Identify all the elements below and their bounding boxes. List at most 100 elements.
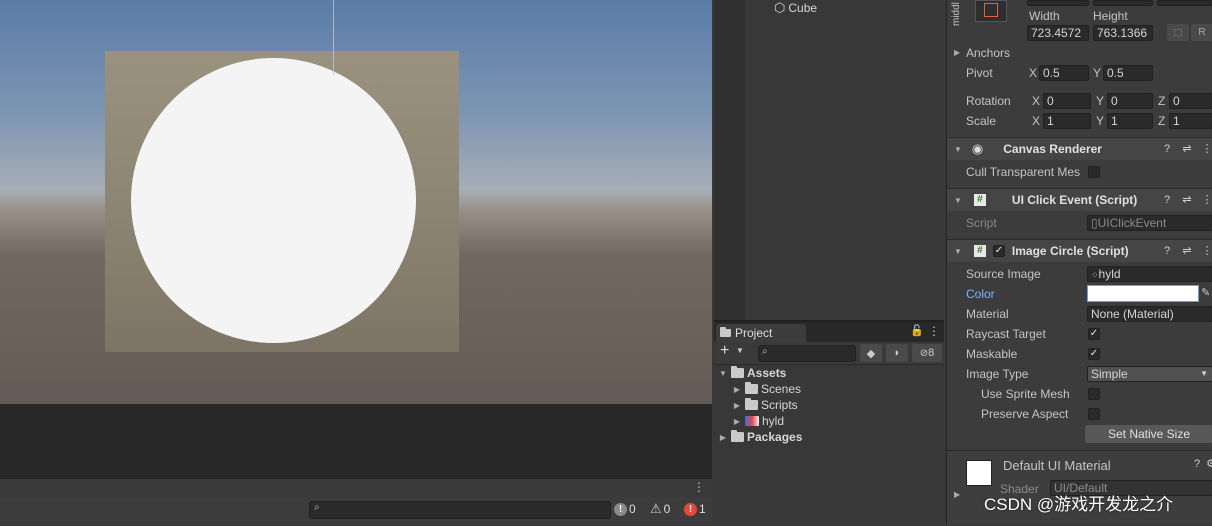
help-icon[interactable]: ?: [1161, 245, 1173, 257]
use-sprite-mesh-checkbox[interactable]: [1088, 388, 1100, 400]
settings-icon[interactable]: ⚙: [1205, 458, 1212, 470]
maskable-checkbox[interactable]: ✓: [1088, 348, 1100, 360]
rotation-x-field[interactable]: 0: [1043, 93, 1091, 109]
blueprint-mode-button[interactable]: ⬚: [1167, 24, 1189, 41]
filter-by-label-button[interactable]: ◗: [886, 344, 908, 362]
anchors-foldout-icon[interactable]: ▶: [954, 48, 960, 57]
collapse-arrow-icon[interactable]: ▶: [732, 401, 742, 410]
rotation-y-field[interactable]: 0: [1107, 93, 1153, 109]
tree-item-scenes[interactable]: ▶ Scenes: [732, 381, 801, 397]
image-circle[interactable]: [131, 58, 416, 343]
image-circle-header[interactable]: ▼ # ✓ Image Circle (Script) ? ⇌ ⋮: [947, 239, 1212, 262]
lock-icon[interactable]: 🔓: [910, 324, 924, 337]
canvas-renderer-header[interactable]: ▼ ◉ Canvas Renderer ? ⇌ ⋮: [947, 137, 1212, 160]
tree-item-hyld[interactable]: ▶ hyld: [732, 413, 784, 429]
component-menu-icon[interactable]: ⋮: [1201, 143, 1212, 155]
scale-y-axis: Y: [1096, 114, 1105, 128]
raw-edit-button[interactable]: R: [1191, 24, 1212, 41]
pivot-x-field[interactable]: 0.5: [1039, 65, 1089, 81]
source-image-value: hyld: [1098, 267, 1121, 281]
width-field[interactable]: 723.4572: [1027, 25, 1089, 41]
inspector-panel: middl Width Height 723.4572 763.1366 ⬚ R…: [946, 0, 1212, 525]
image-type-label: Image Type: [966, 367, 1029, 381]
console-panel: ⋮ ⌕ ! 0 ⚠ 0 ! 1: [0, 478, 712, 525]
console-info-toggle[interactable]: ! 0: [614, 500, 636, 518]
help-icon[interactable]: ?: [1191, 458, 1203, 470]
raycast-target-label: Raycast Target: [966, 327, 1046, 341]
console-error-toggle[interactable]: ! 1: [684, 500, 706, 518]
folder-icon: [745, 382, 758, 394]
script-icon: #: [973, 194, 986, 206]
scale-y-field[interactable]: 1: [1107, 113, 1153, 129]
console-search-input[interactable]: ⌕: [309, 501, 611, 519]
hidden-packages-button[interactable]: ⊘ 8: [912, 344, 942, 362]
panel-menu-icon[interactable]: ⋮: [928, 324, 940, 338]
scale-x-field[interactable]: 1: [1043, 113, 1091, 129]
raycast-target-checkbox[interactable]: ✓: [1088, 328, 1100, 340]
color-label: Color: [966, 287, 995, 301]
collapse-arrow-icon[interactable]: ▶: [732, 417, 742, 426]
maskable-label: Maskable: [966, 347, 1018, 361]
pos-x-field[interactable]: [1027, 0, 1089, 6]
search-icon: ⌕: [762, 346, 768, 357]
hierarchy-gutter: [714, 0, 745, 320]
hidden-count: 8: [928, 347, 935, 359]
rotation-x-axis: X: [1032, 94, 1041, 108]
foldout-arrow-icon[interactable]: ▼: [954, 247, 962, 256]
foldout-arrow-icon[interactable]: ▼: [954, 145, 962, 154]
collapse-arrow-icon[interactable]: ▶: [732, 385, 742, 394]
help-icon[interactable]: ?: [1161, 194, 1173, 206]
use-sprite-mesh-label: Use Sprite Mesh: [981, 387, 1070, 401]
width-label: Width: [1029, 9, 1060, 23]
tree-item-scripts[interactable]: ▶ Scripts: [732, 397, 798, 413]
material-label: Material: [966, 307, 1009, 321]
image-type-dropdown[interactable]: Simple ▼: [1087, 366, 1212, 382]
eyedropper-icon[interactable]: ✎: [1201, 286, 1210, 299]
source-image-field[interactable]: ⁘hyld: [1087, 266, 1212, 282]
ui-click-event-header[interactable]: ▼ # UI Click Event (Script) ? ⇌ ⋮: [947, 188, 1212, 211]
component-menu-icon[interactable]: ⋮: [1201, 245, 1212, 257]
height-field[interactable]: 763.1366: [1093, 25, 1153, 41]
image-type-value: Simple: [1091, 367, 1128, 381]
scale-z-field[interactable]: 1: [1169, 113, 1212, 129]
expand-arrow-icon[interactable]: ▼: [718, 369, 728, 378]
pivot-y-field[interactable]: 0.5: [1103, 65, 1153, 81]
tab-project[interactable]: Project: [716, 324, 806, 342]
scene-lower-area: [0, 404, 712, 478]
set-native-size-button[interactable]: Set Native Size: [1085, 425, 1212, 443]
project-search-input[interactable]: ⌕: [758, 345, 856, 362]
color-swatch[interactable]: [1087, 285, 1199, 302]
help-icon[interactable]: ?: [1161, 143, 1173, 155]
collapse-arrow-icon[interactable]: ▶: [718, 433, 728, 442]
preserve-aspect-checkbox[interactable]: [1088, 408, 1100, 420]
tree-item-label: Scripts: [761, 398, 798, 412]
preserve-aspect-label: Preserve Aspect: [981, 407, 1069, 421]
preset-icon[interactable]: ⇌: [1181, 143, 1193, 155]
material-field[interactable]: None (Material): [1087, 306, 1212, 322]
gizmo-line: [333, 0, 334, 75]
material-foldout-icon[interactable]: ▶: [954, 490, 960, 499]
component-menu-icon[interactable]: ⋮: [1201, 194, 1212, 206]
pos-y-field[interactable]: [1093, 0, 1153, 6]
preset-icon[interactable]: ⇌: [1181, 245, 1193, 257]
preset-icon[interactable]: ⇌: [1181, 194, 1193, 206]
chevron-down-icon[interactable]: ▼: [736, 346, 744, 355]
error-icon: !: [684, 502, 697, 516]
tree-item-assets[interactable]: ▼ Assets: [718, 365, 786, 381]
console-header: [0, 479, 712, 498]
anchor-preset-button[interactable]: [975, 0, 1007, 22]
foldout-arrow-icon[interactable]: ▼: [954, 196, 962, 205]
console-menu-icon[interactable]: ⋮: [692, 480, 706, 496]
console-warning-toggle[interactable]: ⚠ 0: [650, 500, 670, 518]
component-enabled-checkbox[interactable]: ✓: [992, 245, 1005, 257]
filter-by-type-button[interactable]: ◆: [860, 344, 882, 362]
anchors-label[interactable]: Anchors: [966, 46, 1010, 60]
scene-view[interactable]: [0, 0, 712, 478]
add-icon[interactable]: +: [720, 342, 729, 360]
chevron-down-icon: ▼: [1200, 369, 1208, 378]
rotation-z-field[interactable]: 0: [1169, 93, 1212, 109]
hierarchy-item-cube[interactable]: ⬡ Cube: [774, 0, 817, 16]
cull-transparent-checkbox[interactable]: [1088, 166, 1100, 178]
pos-z-field[interactable]: [1157, 0, 1212, 6]
tree-item-packages[interactable]: ▶ Packages: [718, 429, 802, 445]
